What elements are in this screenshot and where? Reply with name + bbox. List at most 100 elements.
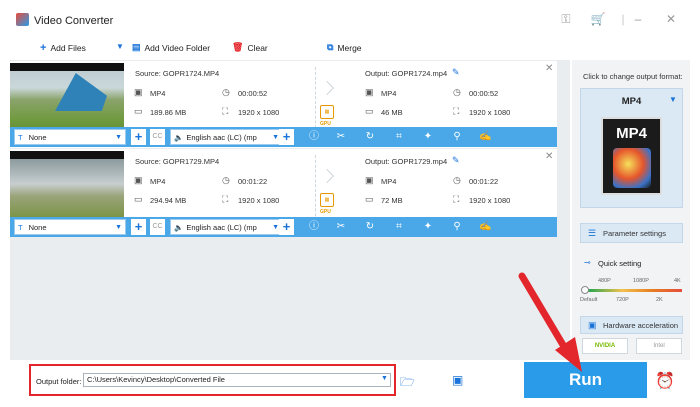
edit-pen-icon[interactable]: ✍ — [479, 131, 491, 143]
chevron-down-icon: ▼ — [115, 223, 122, 231]
effects-wand-icon[interactable]: ✦ — [422, 221, 434, 233]
quality-slider-handle[interactable] — [581, 286, 589, 294]
resolution-icon: ⛶ — [222, 106, 229, 116]
source-resolution: 1920 x 1080 — [238, 108, 280, 117]
subtitle-value: None — [28, 222, 47, 232]
add-subtitle-button[interactable]: + — [131, 219, 146, 235]
effects-wand-icon[interactable]: ✦ — [422, 131, 434, 143]
crop-icon[interactable]: ⌗ — [393, 221, 405, 233]
source-format: MP4 — [150, 89, 166, 98]
rotate-icon[interactable]: ↻ — [364, 221, 376, 233]
quality-slider[interactable] — [582, 289, 682, 292]
gpu-icon: ▦ — [320, 105, 334, 119]
add-audio-button[interactable]: + — [279, 219, 294, 235]
chevron-down-icon: ▼ — [115, 133, 122, 141]
nvidia-label: NVIDIA — [594, 343, 616, 349]
edit-pen-icon[interactable]: ✍ — [479, 221, 491, 233]
parameter-settings-button[interactable]: ☰ Parameter settings — [580, 223, 683, 243]
slider-label-1080p: 1080P — [633, 278, 649, 284]
minimize-button[interactable]: – — [629, 12, 647, 28]
output-format: MP4 — [381, 177, 397, 186]
output-name: Output: GOPR1724.mp4 — [365, 69, 448, 78]
cart-icon[interactable]: 🛒 — [589, 12, 607, 28]
slider-label-4k: 4K — [674, 278, 681, 284]
key-icon[interactable]: ⚿ — [557, 12, 575, 28]
subtitle-select[interactable]: T None ▼ — [14, 219, 126, 235]
scissors-icon[interactable]: ✂ — [335, 221, 347, 233]
hardware-acceleration-button[interactable]: ▣ Hardware acceleration — [580, 316, 683, 334]
chip-icon: ▣ — [588, 320, 597, 330]
output-format-name: MP4 — [621, 96, 642, 107]
info-icon[interactable]: ⓘ — [308, 131, 320, 143]
info-icon[interactable]: ⓘ — [308, 221, 320, 233]
item-control-bar: T None ▼ + CC 🔈 English aac (LC) (mp ▼ + ⓘ ✂… — [10, 127, 557, 147]
cc-icon[interactable]: CC — [150, 219, 165, 235]
output-duration: 00:01:22 — [469, 177, 499, 186]
clear-button[interactable]: 🗑 Clear — [232, 42, 268, 53]
output-resolution: 1920 x 1080 — [469, 196, 511, 205]
remove-item-icon[interactable]: ✕ — [545, 151, 553, 162]
speaker-icon: 🔈 — [174, 222, 184, 232]
add-subtitle-button[interactable]: + — [131, 129, 146, 145]
rotate-icon[interactable]: ↻ — [364, 131, 376, 143]
resolution-icon: ⛶ — [453, 194, 460, 204]
intel-toggle[interactable]: Intel — [636, 338, 682, 354]
merge-button[interactable]: ⧉ Merge — [327, 42, 362, 53]
merge-icon: ⧉ — [327, 42, 334, 52]
open-output-folder-icon[interactable]: ▣ — [452, 373, 463, 387]
chevron-down-icon: ▼ — [272, 223, 279, 231]
add-audio-button[interactable]: + — [279, 129, 294, 145]
audio-select[interactable]: 🔈 English aac (LC) (mp ▼ — [170, 219, 283, 235]
run-button[interactable]: Run — [524, 362, 647, 398]
slider-label-2k: 2K — [656, 297, 663, 303]
watermark-stamp-icon[interactable]: ⚲ — [451, 221, 463, 233]
toolbar — [10, 38, 570, 60]
add-files-button[interactable]: + Add Files — [40, 42, 86, 54]
video-format-icon: ▣ — [365, 175, 374, 185]
audio-select[interactable]: 🔈 English aac (LC) (mp ▼ — [170, 129, 283, 145]
remove-item-icon[interactable]: ✕ — [545, 63, 553, 74]
cc-icon[interactable]: CC — [150, 129, 165, 145]
video-format-icon: ▣ — [134, 175, 143, 185]
app-title: Video Converter — [34, 15, 114, 27]
alarm-clock-icon[interactable]: ⏰ — [655, 371, 675, 391]
slider-label-default: Default — [580, 297, 598, 303]
chevron-down-icon[interactable]: ▼ — [381, 375, 388, 382]
edit-icon[interactable]: ✎ — [452, 155, 460, 166]
output-size: 72 MB — [381, 196, 403, 205]
subtitle-value: None — [28, 132, 47, 142]
resolution-icon: ⛶ — [453, 106, 460, 116]
chevron-down-icon: ▼ — [272, 133, 279, 141]
folder-size-icon: ▭ — [134, 194, 143, 204]
add-video-folder-button[interactable]: ▤ Add Video Folder — [132, 42, 210, 53]
nvidia-toggle[interactable]: NVIDIA — [582, 338, 628, 354]
output-name: Output: GOPR1729.mp4 — [365, 157, 448, 166]
close-window-button[interactable]: ✕ — [662, 12, 680, 28]
source-duration: 00:00:52 — [238, 89, 268, 98]
clock-icon: ◷ — [453, 87, 461, 97]
edit-icon[interactable]: ✎ — [452, 67, 460, 78]
video-format-icon: ▣ — [365, 87, 374, 97]
scissors-icon[interactable]: ✂ — [335, 131, 347, 143]
add-files-label: Add Files — [50, 43, 86, 53]
output-folder-field[interactable]: C:\Users\Kevincy\Desktop\Converted File — [83, 373, 391, 387]
slider-label-480p: 480P — [598, 278, 611, 284]
output-format-hint: Click to change output format: — [583, 72, 683, 81]
source-name: Source: GOPR1729.MP4 — [135, 157, 220, 166]
source-name: Source: GOPR1724.MP4 — [135, 69, 220, 78]
chevron-down-icon[interactable]: ▼ — [669, 95, 677, 104]
browse-folder-icon[interactable]: 🗁 — [400, 373, 415, 394]
add-files-dropdown[interactable]: ▼ — [116, 42, 124, 51]
crop-icon[interactable]: ⌗ — [393, 131, 405, 143]
clock-icon: ◷ — [222, 175, 230, 185]
source-resolution: 1920 x 1080 — [238, 196, 280, 205]
subtitle-select[interactable]: T None ▼ — [14, 129, 126, 145]
audio-value: English aac (LC) (mp — [186, 222, 257, 232]
text-icon: T — [18, 132, 23, 142]
hardware-acceleration-label: Hardware acceleration — [603, 320, 679, 330]
intel-label: Intel — [653, 343, 665, 349]
watermark-stamp-icon[interactable]: ⚲ — [451, 131, 463, 143]
trash-icon: 🗑 — [232, 42, 244, 52]
item-control-bar: T None ▼ + CC 🔈 English aac (LC) (mp ▼ + ⓘ ✂… — [10, 217, 557, 237]
plus-icon: + — [40, 42, 47, 54]
